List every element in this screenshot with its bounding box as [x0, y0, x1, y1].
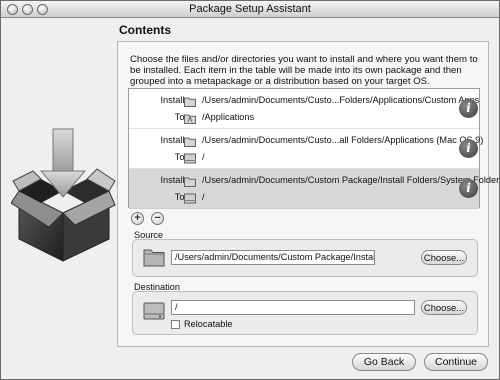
destination-path: / — [202, 152, 205, 162]
install-path: /Users/admin/Documents/Custo...Folders/A… — [202, 95, 480, 105]
add-item-button[interactable]: + — [131, 212, 144, 225]
source-choose-button[interactable]: Choose... — [421, 250, 467, 265]
source-folder-icon — [143, 249, 165, 267]
info-icon[interactable]: i — [459, 139, 478, 158]
install-label: Install: — [160, 135, 187, 145]
folder-icon — [184, 137, 196, 147]
hard-disk-icon — [184, 193, 196, 204]
relocatable-label: Relocatable — [184, 319, 233, 329]
destination-path-field[interactable]: / — [171, 300, 415, 315]
title-bar: Package Setup Assistant — [1, 1, 499, 18]
table-row[interactable]: Install: /Users/admin/Documents/Custo...… — [129, 89, 479, 129]
table-row-selected[interactable]: Install: /Users/admin/Documents/Custom P… — [129, 169, 499, 209]
relocatable-checkbox[interactable] — [171, 320, 180, 329]
folder-icon — [184, 177, 196, 187]
to-label: To: — [174, 152, 187, 162]
folder-icon — [184, 97, 196, 107]
destination-path: / — [202, 192, 205, 202]
hard-disk-icon — [184, 153, 196, 164]
package-setup-window: Package Setup Assistant Contents Choose … — [0, 0, 500, 380]
install-label: Install: — [160, 175, 187, 185]
applications-folder-icon — [184, 114, 196, 124]
contents-heading: Contents — [119, 23, 171, 37]
table-row[interactable]: Install: /Users/admin/Documents/Custo...… — [129, 129, 483, 169]
source-group: /Users/admin/Documents/Custom Package/In… — [132, 239, 478, 277]
instructions-text: Choose the files and/or directories you … — [130, 54, 478, 87]
destination-path: /Applications — [202, 112, 255, 122]
contents-table[interactable]: Install: /Users/admin/Documents/Custo...… — [128, 88, 499, 209]
to-label: To: — [174, 192, 187, 202]
install-path: /Users/admin/Documents/Custom Package/In… — [202, 175, 500, 185]
destination-disk-icon — [143, 302, 165, 320]
destination-choose-button[interactable]: Choose... — [421, 300, 467, 315]
install-path: /Users/admin/Documents/Custo...all Folde… — [202, 135, 484, 145]
contents-panel: Choose the files and/or directories you … — [117, 41, 499, 347]
to-label: To: — [174, 112, 187, 122]
destination-group: / Choose... Relocatable — [132, 291, 478, 335]
info-icon[interactable]: i — [459, 179, 478, 198]
continue-button[interactable]: Continue — [424, 353, 488, 371]
installer-box-icon — [11, 128, 116, 262]
info-icon[interactable]: i — [459, 99, 478, 118]
source-path-field[interactable]: /Users/admin/Documents/Custom Package/In… — [171, 250, 375, 265]
remove-item-button[interactable]: − — [151, 212, 164, 225]
install-label: Install: — [160, 95, 187, 105]
go-back-button[interactable]: Go Back — [352, 353, 416, 371]
window-title: Package Setup Assistant — [189, 3, 311, 15]
